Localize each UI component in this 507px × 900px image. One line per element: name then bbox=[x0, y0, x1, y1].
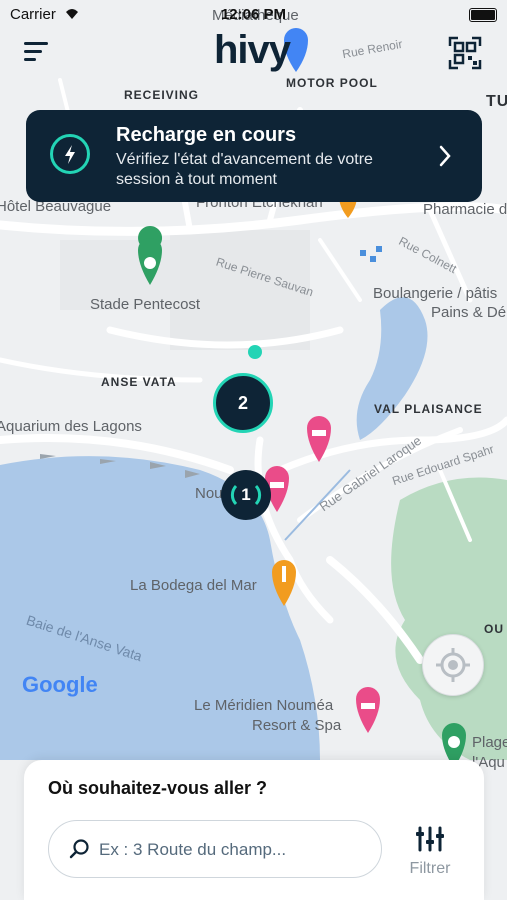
cluster-count: 1 bbox=[241, 485, 251, 504]
destination-question: Où souhaitez-vous aller ? bbox=[48, 778, 268, 798]
banner-subtitle: Vérifiez l'état d'avancement de votre se… bbox=[116, 151, 373, 188]
battery-icon bbox=[469, 8, 497, 22]
area-label: MOTOR POOL bbox=[286, 76, 378, 90]
sliders-icon bbox=[416, 826, 444, 852]
place-label: Nou bbox=[195, 485, 223, 502]
charging-banner[interactable]: Recharge en cours Vérifiez l'état d'avan… bbox=[26, 110, 482, 202]
area-label: VAL PLAISANCE bbox=[374, 402, 483, 416]
place-label: Boulangerie / pâtis bbox=[373, 285, 498, 302]
location-dot bbox=[248, 345, 262, 359]
place-label: Pharmacie d bbox=[423, 201, 507, 218]
area-label: RECEIVING bbox=[124, 88, 200, 102]
cluster-count: 2 bbox=[237, 393, 248, 413]
place-label: Aquarium des Lagons bbox=[0, 418, 142, 435]
locate-me-button[interactable] bbox=[422, 634, 484, 696]
place-label: Le Méridien Nouméa bbox=[194, 697, 334, 714]
place-label: La Bodega del Mar bbox=[130, 577, 257, 594]
charging-status-icon bbox=[50, 134, 90, 174]
station-cluster[interactable]: 2 bbox=[213, 373, 273, 433]
bottom-sheet: Où souhaitez-vous aller ? Filtrer bbox=[24, 760, 484, 900]
area-label: OU bbox=[484, 622, 504, 636]
clock: 12:06 PM bbox=[220, 6, 287, 23]
place-label: Pains & Dé bbox=[431, 304, 507, 321]
crosshair-icon bbox=[436, 648, 470, 682]
place-label: Stade Pentecost bbox=[90, 296, 201, 313]
area-label: ANSE VATA bbox=[101, 375, 177, 389]
area-label: TU bbox=[486, 93, 507, 110]
status-bar: Carrier 12:06 PM bbox=[0, 0, 507, 28]
qr-scan-icon[interactable] bbox=[448, 36, 482, 70]
filter-button[interactable]: Filtrer bbox=[400, 826, 460, 886]
hamburger-icon bbox=[24, 42, 48, 45]
place-label: Plage bbox=[472, 734, 507, 751]
place-label: Resort & Spa bbox=[252, 717, 342, 734]
google-attribution: Google bbox=[22, 672, 98, 697]
filter-label: Filtrer bbox=[409, 860, 451, 877]
banner-title: Recharge en cours bbox=[116, 124, 297, 146]
station-cluster[interactable]: 1 bbox=[221, 470, 271, 520]
search-input[interactable] bbox=[97, 835, 371, 865]
search-icon bbox=[69, 839, 89, 859]
chevron-right-icon bbox=[439, 145, 451, 167]
menu-button[interactable] bbox=[24, 42, 52, 64]
search-box[interactable] bbox=[48, 820, 382, 878]
app-logo: hivy bbox=[214, 28, 291, 72]
